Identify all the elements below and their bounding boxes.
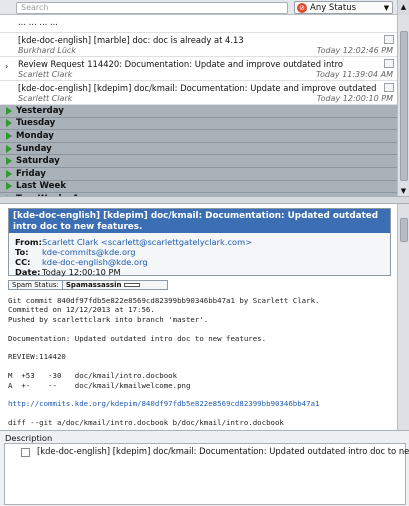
group-label: Tuesday [16, 118, 56, 129]
expand-arrow-icon [6, 169, 12, 178]
body-line: Committed on 12/12/2013 at 17:56. [8, 305, 155, 315]
body-line [8, 362, 393, 371]
message-reader: [kde-doc-english] [kdepim] doc/kmail: Do… [0, 204, 397, 430]
status-filter-label: Any Status [310, 2, 357, 13]
message-header: [kde-doc-english] [kdepim] doc/kmail: Do… [8, 208, 391, 277]
expand-arrow-icon [6, 182, 12, 191]
group-label: Saturday [16, 156, 60, 167]
from-label: From: [15, 237, 42, 247]
spam-label: Spam Status: [9, 281, 63, 289]
expand-arrow-icon [6, 131, 12, 140]
description-box: [kde-doc-english] [kdepim] doc/kmail: Do… [4, 443, 409, 505]
pane-splitter[interactable] [0, 196, 409, 204]
message-subject: Review Request 114420: Documentation: Up… [18, 59, 343, 69]
date-group-header[interactable]: Friday [0, 167, 397, 181]
date-group-header[interactable]: Tuesday [0, 117, 397, 131]
message-sender: Burkhard Lück [18, 46, 76, 55]
body-line: Documentation: Updated outdated intro do… [8, 333, 267, 343]
date-label: Date: [15, 267, 41, 277]
scrollbar-thumb[interactable] [400, 31, 408, 181]
cc-link[interactable]: kde-doc-english@kde.org [42, 257, 148, 267]
message-subject: [kde-doc-english] [kdepim] doc/kmail: Do… [18, 83, 378, 93]
to-link[interactable]: kde-commits@kde.org [42, 247, 136, 257]
date-group-header[interactable]: Yesterday [0, 105, 397, 118]
spam-status-badge: Spam Status: Spamassassin [8, 280, 168, 290]
group-label: Monday [16, 130, 54, 141]
description-text: [kde-doc-english] [kdepim] doc/kmail: Do… [37, 446, 409, 456]
spam-score-bar [124, 283, 141, 287]
scroll-up-arrow[interactable]: ▲ [397, 0, 409, 15]
description-title: Description [5, 433, 53, 443]
message-sender: Scarlett Clark [18, 70, 73, 79]
body-line [8, 409, 393, 418]
body-line: REVIEW:114420 [8, 352, 66, 362]
message-row[interactable]: [kde-doc-english] [marble] doc: doc is a… [0, 33, 397, 57]
filter-toolbar: Search ⊘ Any Status ▼ ▲ [0, 0, 409, 15]
message-row[interactable]: [kde-doc-english] [kdepim] doc/kmail: Do… [0, 81, 397, 105]
message-subject: ... ... ... ... [18, 17, 58, 27]
description-checkbox[interactable] [21, 448, 30, 457]
message-list-scrollbar[interactable]: ▼ [397, 15, 409, 196]
cc-label: CC: [15, 257, 31, 267]
group-label: Last Week [16, 181, 67, 192]
expand-arrow-icon [6, 119, 12, 128]
message-row[interactable]: › Review Request 114420: Documentation: … [0, 57, 397, 81]
spam-value: Spamassassin [65, 281, 122, 289]
group-label: Friday [16, 168, 46, 179]
date-group-header[interactable]: Monday [0, 130, 397, 143]
flag-icon[interactable] [384, 35, 394, 44]
message-row[interactable]: ... ... ... ... [0, 15, 397, 33]
status-filter-dropdown[interactable]: ⊘ Any Status ▼ [294, 1, 393, 14]
date-group-header[interactable]: Last Week [0, 180, 397, 194]
group-label: Yesterday [16, 105, 64, 116]
scroll-down-arrow[interactable]: ▼ [398, 186, 409, 196]
from-link[interactable]: Scarlett Clark <scarlett@scarlettgatelyc… [42, 237, 252, 247]
body-line: M +53 -30 doc/kmail/intro.docbook [8, 371, 178, 381]
date-value: Today 12:00:10 PM [42, 267, 121, 277]
date-group-header[interactable]: Saturday [0, 155, 397, 168]
chevron-down-icon: ▼ [383, 3, 390, 12]
description-panel: Description [kde-doc-english] [kdepim] d… [0, 430, 409, 506]
expand-arrow-icon [6, 157, 12, 166]
message-body: Git commit 840df97fdb5e822e8569cd82399bb… [8, 296, 393, 428]
message-list: ... ... ... ... [kde-doc-english] [marbl… [0, 15, 397, 196]
expand-arrow-icon [6, 144, 12, 153]
expand-arrow-icon [6, 106, 12, 115]
message-sender: Scarlett Clark [18, 94, 73, 103]
to-label: To: [15, 247, 29, 257]
message-date: Today 11:39:04 AM [316, 70, 393, 79]
group-label: Sunday [16, 143, 52, 154]
thread-arrow-icon: › [5, 62, 9, 71]
body-line [8, 343, 393, 352]
mail-window: Search ⊘ Any Status ▼ ▲ ... ... ... ... … [0, 0, 409, 506]
body-line [8, 390, 393, 399]
scrollbar-thumb[interactable] [400, 218, 408, 242]
search-input[interactable]: Search [16, 2, 288, 14]
flag-icon[interactable] [384, 59, 394, 68]
message-date: Today 12:00:10 PM [316, 94, 393, 103]
message-date: Today 12:02:46 PM [316, 46, 393, 55]
message-subject: [kde-doc-english] [kdepim] doc/kmail: Do… [9, 209, 390, 233]
body-line: A +- -- doc/kmail/kmailwelcome.png [8, 380, 191, 390]
commit-link[interactable]: http://commits.kde.org/kdepim/840df97fdb… [8, 399, 393, 408]
status-icon: ⊘ [297, 2, 307, 13]
body-line [8, 324, 393, 333]
message-subject: [kde-doc-english] [marble] doc: doc is a… [18, 35, 244, 45]
flag-icon[interactable] [384, 83, 394, 92]
reader-scrollbar[interactable] [397, 204, 409, 430]
body-line: diff --git a/doc/kmail/intro.docbook b/d… [8, 418, 284, 428]
date-group-header[interactable]: Sunday [0, 142, 397, 156]
body-line: Git commit 840df97fdb5e822e8569cd82399bb… [8, 296, 320, 305]
body-line: Pushed by scarlettclark into branch 'mas… [8, 314, 209, 324]
